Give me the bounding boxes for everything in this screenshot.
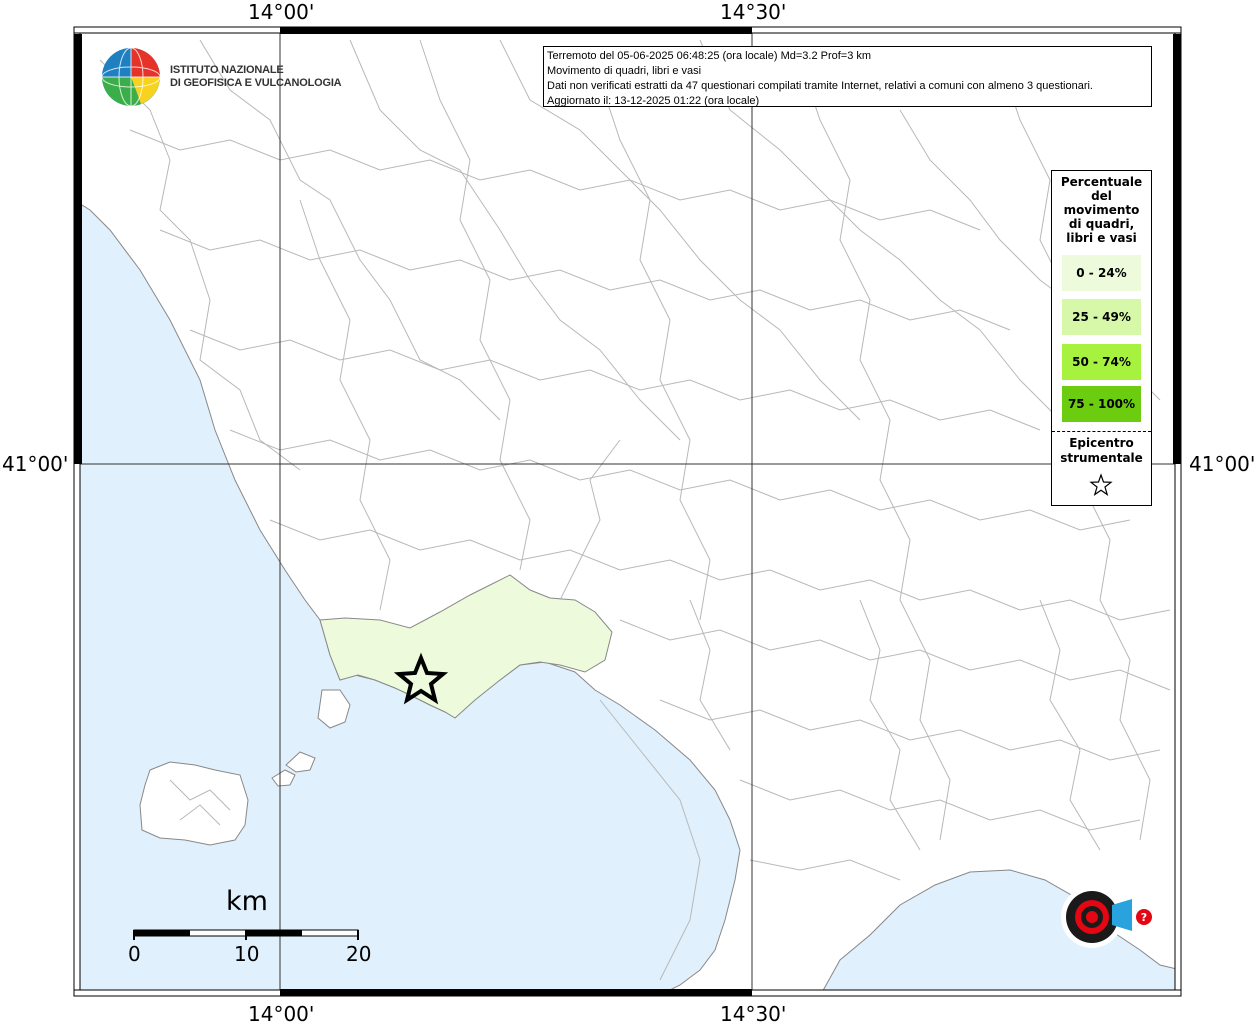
intensity-map: ? [73, 26, 1182, 997]
info-line-updated: Aggiornato il: 13-12-2025 01:22 (ora loc… [547, 95, 760, 107]
legend-title: Percentuale del movimento di quadri, lib… [1060, 175, 1143, 245]
legend-divider [1052, 431, 1151, 432]
scale-tick-10: 10 [234, 942, 260, 966]
logo-line2: DI GEOFISICA E VULCANOLOGIA [170, 77, 342, 89]
ingv-logo-icon [101, 47, 161, 107]
legend-epicentre-label: Epicentro strumentale [1060, 436, 1143, 465]
ingv-logo-text: ISTITUTO NAZIONALE DI GEOFISICA E VULCAN… [170, 64, 342, 90]
legend: Percentuale del movimento di quadri, lib… [1051, 170, 1152, 506]
svg-text:?: ? [1141, 911, 1147, 924]
legend-item-0-24: 0 - 24% [1062, 255, 1141, 291]
legend-item-25-49: 25 - 49% [1062, 299, 1141, 335]
ischia-island [139, 761, 249, 846]
lat-label-right: 41°00' [1189, 452, 1254, 476]
lon-label-bottom-right: 14°30' [720, 1002, 787, 1026]
scale-tick-0: 0 [128, 942, 141, 966]
earthquake-info-box: Terremoto del 05-06-2025 06:48:25 (ora l… [543, 46, 1152, 107]
legend-item-50-74: 50 - 74% [1062, 344, 1141, 380]
lon-label-top-left: 14°00' [248, 0, 315, 24]
legend-star-icon [1089, 473, 1113, 496]
scale-tick-20: 20 [346, 942, 372, 966]
info-line-source: Dati non verificati estratti da 47 quest… [547, 80, 1093, 92]
info-line-title: Movimento di quadri, libri e vasi [547, 65, 702, 77]
logo-line1: ISTITUTO NAZIONALE [170, 64, 284, 76]
legend-item-75-100: 75 - 100% [1062, 386, 1141, 422]
info-line-event: Terremoto del 05-06-2025 06:48:25 (ora l… [547, 50, 872, 62]
scale-unit-label: km [226, 886, 268, 917]
lat-label-left: 41°00' [2, 452, 69, 476]
lon-label-bottom-left: 14°00' [248, 1002, 315, 1026]
lon-label-top-right: 14°30' [720, 0, 787, 24]
